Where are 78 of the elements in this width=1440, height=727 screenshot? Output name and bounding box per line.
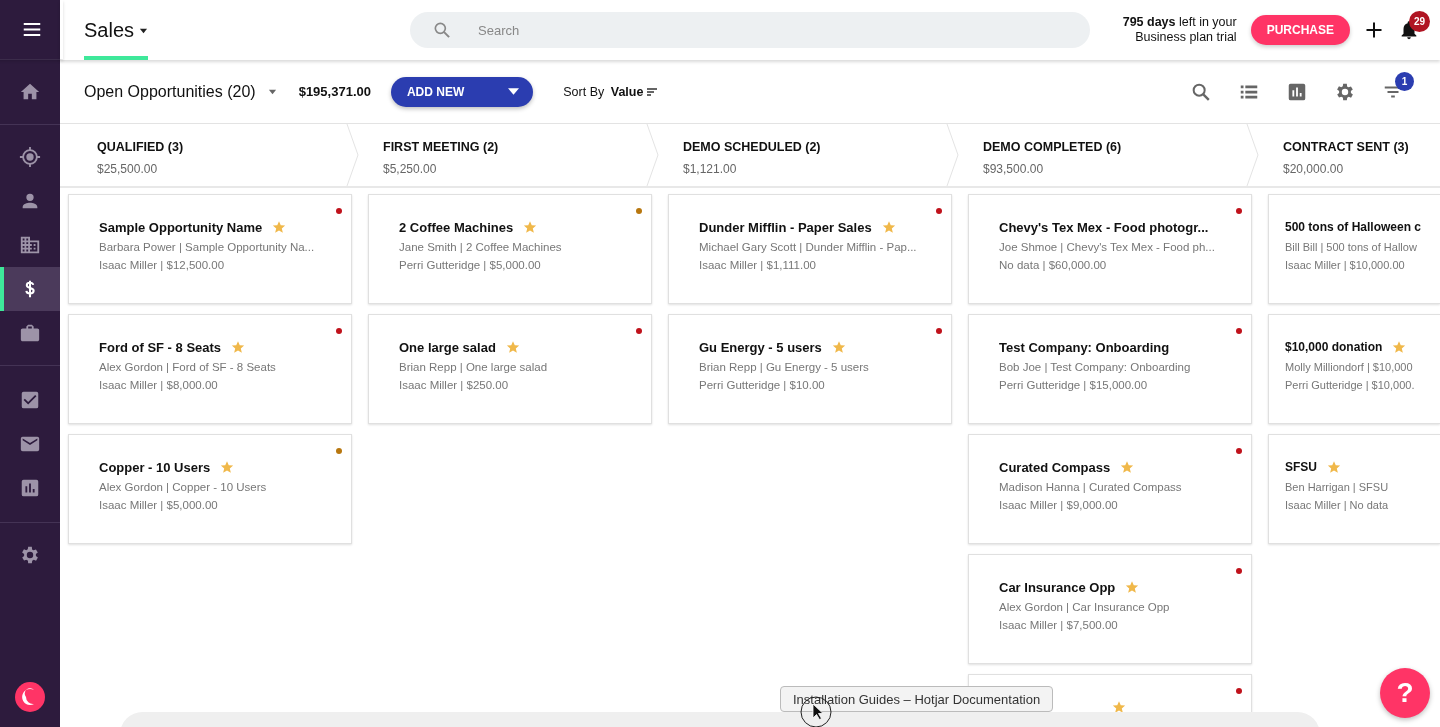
opportunity-title: 500 tons of Halloween c <box>1285 220 1422 234</box>
contact-line: Bill Bill | 500 tons of Hallow <box>1285 241 1418 253</box>
opportunity-card[interactable]: Curated Compass Madison Hanna | Curated Compass Isaac Miller | $9,000.00 <box>968 434 1252 544</box>
contact-line: Molly Milliondorf | $10,000 <box>1285 361 1414 373</box>
owner-value-line: Perri Gutteridge | $10,000. <box>1285 379 1416 391</box>
notification-badge: 29 <box>1409 11 1430 32</box>
opportunity-card[interactable]: One large salad Brian Repp | One large salad Isaac Miller | $250.00 <box>368 314 652 424</box>
opportunity-title: Sample Opportunity Name <box>99 219 263 235</box>
sort-control[interactable]: Sort By Value <box>563 84 659 99</box>
owner-value-line: Isaac Miller | $5,000.00 <box>99 499 219 511</box>
owner-value-line: Isaac Miller | $9,000.00 <box>999 499 1119 511</box>
contact-line: Bob Joe | Test Company: Onboarding <box>999 361 1192 373</box>
owner-value-line: Perri Gutteridge | $10.00 <box>699 379 826 391</box>
contact-line: Ben Harrigan | SFSU <box>1285 481 1390 493</box>
stage-amount: $93,500.00 <box>983 162 1045 176</box>
opportunity-card[interactable]: Test Company: Onboarding Bob Joe | Test Company: Onboarding Perri Gutteridge | $15,000.00 <box>968 314 1252 424</box>
contact-line: Brian Repp | Gu Energy - 5 users <box>699 361 870 373</box>
search-field[interactable]: Search <box>410 12 1090 48</box>
stage-amount: $1,121.00 <box>683 162 738 176</box>
opportunity-card[interactable]: Sample Opportunity Name Barbara Power | Sample Opportunity Na... Isaac Miller | $12,500.00 <box>68 194 352 304</box>
owner-value-line: Isaac Miller | $250.00 <box>399 379 510 391</box>
opportunity-title: Dunder Mifflin - Paper Sales <box>699 219 872 235</box>
owner-value-line: Isaac Miller | $12,500.00 <box>99 259 226 271</box>
contact-line: Brian Repp | One large salad <box>399 361 549 373</box>
total-amount: $195,371.00 <box>298 84 371 99</box>
opportunity-title: Car Insurance Opp <box>999 579 1116 595</box>
owner-value-line: Perri Gutteridge | $15,000.00 <box>999 379 1149 391</box>
owner-value-line: Isaac Miller | No data <box>1285 499 1390 511</box>
opportunity-title: Copper - 10 Users <box>99 459 211 475</box>
owner-value-line: Isaac Miller | $10,000.00 <box>1285 259 1406 271</box>
purchase-button[interactable]: PURCHASE <box>1250 15 1350 45</box>
opportunity-card[interactable]: Ford of SF - 8 Seats Alex Gordon | Ford of SF - 8 Seats Isaac Miller | $8,000.00 <box>68 314 352 424</box>
opportunity-card[interactable]: 2 Coffee Machines Jane Smith | 2 Coffee Machines Perri Gutteridge | $5,000.00 <box>368 194 652 304</box>
owner-value-line: Isaac Miller | $8,000.00 <box>99 379 219 391</box>
opportunity-card[interactable]: 500 tons of Halloween c Bill Bill | 500 tons of Hallow Isaac Miller | $10,000.00 <box>1268 194 1440 304</box>
stage-amount: $20,000.00 <box>1283 162 1345 176</box>
stage-amount: $5,250.00 <box>383 162 438 176</box>
sales-title[interactable]: Sales <box>84 0 148 60</box>
contact-line: Michael Gary Scott | Dunder Mifflin - Pap... <box>699 241 918 253</box>
opportunity-card[interactable]: Gu Energy - 5 users Brian Repp | Gu Energy - 5 users Perri Gutteridge | $10.00 <box>668 314 952 424</box>
opportunity-title: Ford of SF - 8 Seats <box>99 339 222 355</box>
stage-amount: $25,500.00 <box>97 162 159 176</box>
opportunity-title: Gu Energy - 5 users <box>699 339 822 355</box>
stage-name[interactable]: DEMO SCHEDULED (2) <box>683 140 946 154</box>
owner-value-line: Isaac Miller | $1,111.00 <box>699 259 817 271</box>
owner-value-line: Isaac Miller | $7,500.00 <box>999 619 1119 631</box>
contact-line: Alex Gordon | Car Insurance Opp <box>999 601 1171 613</box>
stage-name[interactable]: CONTRACT SENT (3) <box>1283 140 1440 154</box>
help-button[interactable]: ? <box>1380 668 1430 718</box>
opportunity-title: 2 Coffee Machines <box>399 219 514 235</box>
opportunity-card[interactable]: Dunder Mifflin - Paper Sales Michael Gary Scott | Dunder Mifflin - Pap... Isaac Miller | $1,111.00 <box>668 194 952 304</box>
owner-value-line: No data | $60,000.00 <box>999 259 1108 271</box>
add-new-button[interactable]: ADD NEW <box>390 76 534 107</box>
opportunity-card[interactable]: Car Insurance Opp Alex Gordon | Car Insurance Opp Isaac Miller | $7,500.00 <box>968 554 1252 664</box>
stage-name[interactable]: FIRST MEETING (2) <box>383 140 646 154</box>
contact-line: Barbara Power | Sample Opportunity Na... <box>99 241 316 253</box>
opportunity-card[interactable]: Chevy's Tex Mex - Food photogr... Joe Shmoe | Chevy's Tex Mex - Food ph... No data | $60,000.00 <box>968 194 1252 304</box>
owner-value-line: Perri Gutteridge | $5,000.00 <box>399 259 542 271</box>
contact-line: Joe Shmoe | Chevy's Tex Mex - Food ph... <box>999 241 1216 253</box>
opportunity-title: One large salad <box>399 339 496 355</box>
opportunity-title: Chevy's Tex Mex - Food photogr... <box>999 219 1209 235</box>
filter-count-badge: 1 <box>1395 71 1414 91</box>
contact-line: Alex Gordon | Copper - 10 Users <box>99 481 268 493</box>
stage-name[interactable]: DEMO COMPLETED (6) <box>983 140 1246 154</box>
opportunity-card[interactable]: $10,000 donation Molly Milliondorf | $10,000 Perri Gutteridge | $10,000. <box>1268 314 1440 424</box>
tooltip: Installation Guides – Hotjar Documentation <box>780 686 1054 712</box>
opportunity-title: Test Company: Onboarding <box>999 339 1170 355</box>
stage-name[interactable]: QUALIFIED (3) <box>97 140 346 154</box>
opportunity-card[interactable]: Copper - 10 Users Alex Gordon | Copper - 10 Users Isaac Miller | $5,000.00 <box>68 434 352 544</box>
contact-line: Madison Hanna | Curated Compass <box>999 481 1183 493</box>
opportunity-title: Curated Compass <box>999 459 1111 475</box>
opportunity-title: $10,000 donation <box>1285 340 1383 354</box>
view-dropdown[interactable]: Open Opportunities (20) <box>84 82 277 101</box>
contact-line: Alex Gordon | Ford of SF - 8 Seats <box>99 361 277 373</box>
opportunity-card[interactable]: SFSU Ben Harrigan | SFSU Isaac Miller | No data <box>1268 434 1440 544</box>
trial-notice: 795 days left in your Business plan trial <box>1121 15 1237 45</box>
contact-line: Jane Smith | 2 Coffee Machines <box>399 241 563 253</box>
opportunity-title: SFSU <box>1285 460 1317 474</box>
